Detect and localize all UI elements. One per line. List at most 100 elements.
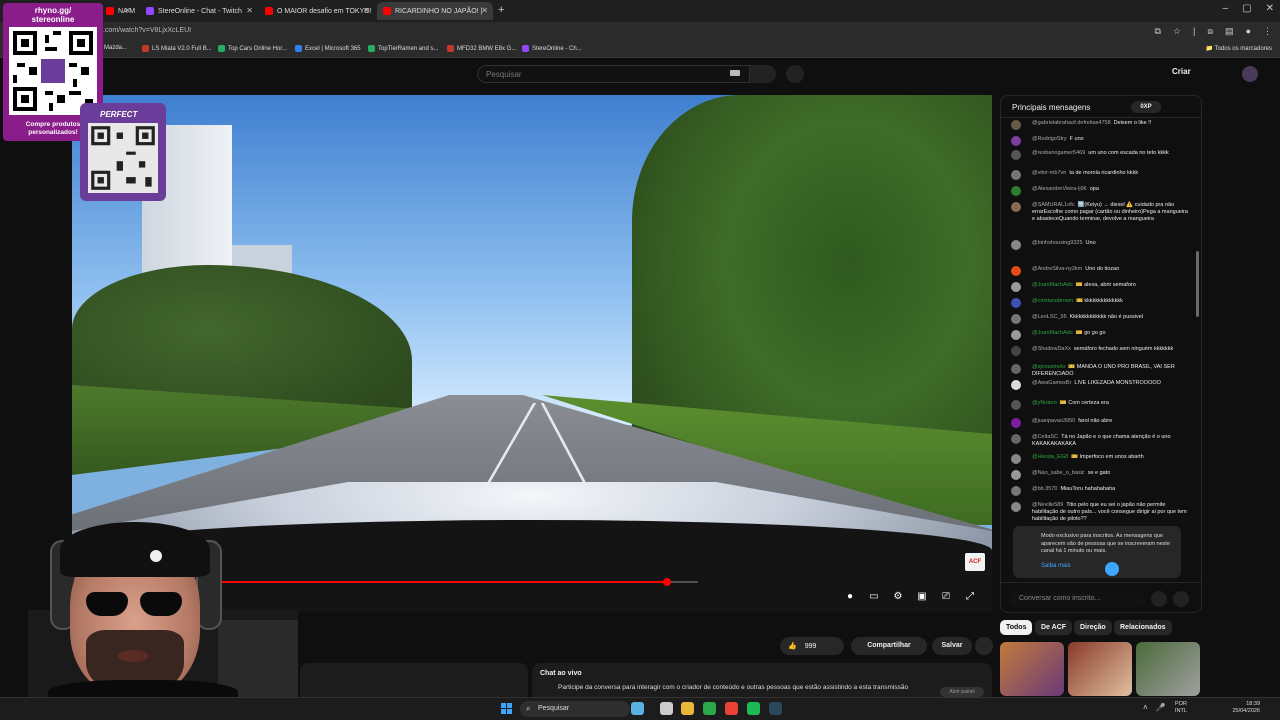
chat-username[interactable]: @yNotero [1032, 400, 1057, 406]
avatar[interactable] [1011, 380, 1021, 390]
avatar[interactable] [1011, 314, 1021, 324]
chat-message[interactable]: @AndreSilva-ny2km Uno do tiozao [1011, 266, 1189, 276]
chat-message[interactable]: @LeoLSC_95 Kkkkkkkkkkkkk não é pussivel [1011, 314, 1189, 324]
chat-message[interactable]: @resbanogamer5469 um uno com escada no te… [1011, 150, 1189, 160]
bookmark-item[interactable]: StereOnline - Ch... [522, 45, 582, 52]
chat-mode-dropdown[interactable]: Principais mensagens [1012, 103, 1090, 112]
chevron-up-icon[interactable]: ˄ [1143, 703, 1148, 712]
emoji-icon[interactable] [1151, 591, 1167, 607]
chat-message[interactable]: @yNotero 🎫 Com certeza era [1011, 400, 1189, 410]
avatar[interactable] [1011, 282, 1021, 292]
captions-icon[interactable]: ▭ [868, 591, 880, 602]
bookmark-item[interactable]: Mazda... [104, 45, 127, 51]
tab-youtube-active[interactable]: RICARDINHO NO JAPÃO! | ✕ [377, 2, 493, 20]
chat-message[interactable]: @cristianobrown 🎫 kkkkkkkkkkkkkk [1011, 298, 1189, 308]
sidebar-icon[interactable]: ▤ [1225, 26, 1234, 37]
video-thumbnail[interactable] [1136, 642, 1200, 696]
keyboard-icon[interactable] [730, 70, 740, 76]
channel-watermark-logo[interactable]: ACF [965, 553, 985, 571]
chat-username[interactable]: @resbanogamer5469 [1032, 150, 1085, 156]
chip-driving[interactable]: Direção [1074, 620, 1112, 635]
create-button[interactable]: Criar [1172, 67, 1191, 76]
cast-icon[interactable]: ⎚ [940, 591, 952, 602]
chat-message[interactable]: @AwaGamesBr LIVE LIKEZADA MONSTROOOOO [1011, 380, 1189, 390]
chat-username[interactable]: @sjonasmelo [1032, 364, 1065, 370]
clock[interactable]: 18:39 25/04/2026 [1224, 701, 1260, 715]
avatar[interactable] [1011, 454, 1021, 464]
chat-message[interactable]: @JuanMachAdo 🎫 alexa, abrir semaforo [1011, 282, 1189, 292]
chat-username[interactable]: @binhohousing9325 [1032, 240, 1083, 246]
tab-twitch-chat[interactable]: StereOnline - Chat - Twitch ✕ [140, 2, 258, 20]
extensions-icon[interactable]: ⧈ [1207, 26, 1213, 37]
avatar[interactable] [1011, 502, 1021, 512]
chat-message[interactable]: @ShadowDaXx semáforo fechado sem ninguém … [1011, 346, 1189, 356]
chat-username[interactable]: @cristianobrown [1032, 298, 1073, 304]
taskbar-app-icon[interactable] [703, 702, 716, 715]
chat-message[interactable]: @RodrigoStry F uno [1011, 136, 1189, 146]
chat-username[interactable]: @juanpavao3950 [1032, 418, 1075, 424]
bookmark-item[interactable]: TopTierRamen and s... [368, 45, 438, 52]
avatar[interactable] [1011, 202, 1021, 212]
chat-message[interactable]: @Nao_sabe_o_basic se e gato [1011, 470, 1189, 480]
share-button[interactable]: Compartilhar [851, 637, 927, 655]
microphone-icon[interactable] [786, 65, 804, 83]
video-thumbnail[interactable] [1068, 642, 1132, 696]
chat-message[interactable]: @AlexandreVieira-lj96 opa [1011, 186, 1189, 196]
chat-message[interactable]: @bb.3570 MiauToru hahahahaha [1011, 486, 1189, 496]
chat-username[interactable]: @SAMURAL1ofc [1032, 202, 1075, 208]
close-tab-icon[interactable]: ✕ [363, 6, 370, 15]
miniplayer-icon[interactable]: ▣ [916, 591, 928, 602]
chat-message[interactable]: @vitor-mb7vn ta de morola ricardinho kkkk [1011, 170, 1189, 180]
taskbar-app-icon[interactable] [747, 702, 760, 715]
microphone-icon[interactable]: 🎤 [1156, 703, 1166, 712]
avatar[interactable] [1011, 266, 1021, 276]
chat-username[interactable]: @Nao_sabe_o_basic [1032, 470, 1085, 476]
chat-message[interactable]: @gabrielabrahaof.defreitas4758 Deixem o l… [1011, 120, 1189, 130]
chat-input[interactable]: Conversar como inscrito... [1009, 591, 1145, 607]
tab-youtube-1[interactable]: NA M ✕ [100, 2, 136, 20]
chat-username[interactable]: @AwaGamesBr [1032, 380, 1071, 386]
avatar[interactable] [1011, 170, 1021, 180]
chat-username[interactable]: @JuanMachAdo [1032, 330, 1073, 336]
bookmark-star-icon[interactable]: ☆ [1173, 26, 1181, 37]
like-button[interactable]: 👍 999 [780, 637, 844, 655]
tab-youtube-2[interactable]: O MAIOR desafio em TOKYO! ✕ [259, 2, 375, 20]
avatar[interactable] [1011, 240, 1021, 250]
language-indicator[interactable]: POR INTL [1175, 701, 1187, 715]
chat-message[interactable]: @CeltaSC Tá no Japão e o que chama atençã… [1011, 434, 1189, 448]
avatar[interactable] [1242, 66, 1258, 82]
url-field[interactable]: .com/watch?v=V8LjxXcLEUI [103, 27, 191, 34]
bookmark-item[interactable]: Excel | Microsoft 365 [295, 45, 361, 52]
avatar[interactable] [1011, 346, 1021, 356]
settings-gear-icon[interactable]: ⚙ [892, 591, 904, 602]
chat-username[interactable]: @AndreSilva-ny2km [1032, 266, 1082, 272]
taskbar-app-icon[interactable] [725, 702, 738, 715]
chat-message[interactable]: @juanpavao3950 farol não abre [1011, 418, 1189, 428]
taskbar-app-icon[interactable] [660, 702, 673, 715]
chip-related[interactable]: Relacionados [1114, 620, 1172, 635]
avatar[interactable] [1011, 400, 1021, 410]
menu-kebab-icon[interactable]: ⋮ [1263, 26, 1272, 37]
avatar[interactable] [1011, 136, 1021, 146]
chip-from-acf[interactable]: De ACF [1035, 620, 1073, 635]
taskbar-app-icon[interactable] [769, 702, 782, 715]
save-button[interactable]: Salvar [932, 637, 972, 655]
avatar[interactable] [1011, 150, 1021, 160]
send-icon[interactable] [1173, 591, 1189, 607]
chat-username[interactable]: @Neville589 [1032, 502, 1063, 508]
close-tab-icon[interactable]: ✕ [246, 6, 253, 15]
search-button[interactable] [750, 65, 776, 83]
open-panel-button[interactable]: Abrir painel [940, 687, 984, 697]
chat-message[interactable]: @Haruta_EG8 🎫 Imperfoco em unos abarth [1011, 454, 1189, 464]
avatar[interactable] [1011, 330, 1021, 340]
bookmark-item[interactable]: LS Miata V2.0 Full B... [142, 45, 212, 52]
chat-username[interactable]: @Haruta_EG8 [1032, 454, 1068, 460]
taskbar-search[interactable]: ⌕ Pesquisar [520, 701, 630, 717]
bookmark-item[interactable]: Top Cars Online Hor... [218, 45, 287, 52]
close-window-icon[interactable]: ✕ [1266, 3, 1274, 14]
chat-username[interactable]: @JuanMachAdo [1032, 282, 1073, 288]
avatar[interactable] [1011, 434, 1021, 444]
all-bookmarks-folder[interactable]: 📁 Todos os marcadores [1206, 45, 1272, 52]
chat-username[interactable]: @gabrielabrahaof.defreitas4758 [1032, 120, 1111, 126]
autoplay-toggle-icon[interactable]: ● [844, 591, 856, 602]
